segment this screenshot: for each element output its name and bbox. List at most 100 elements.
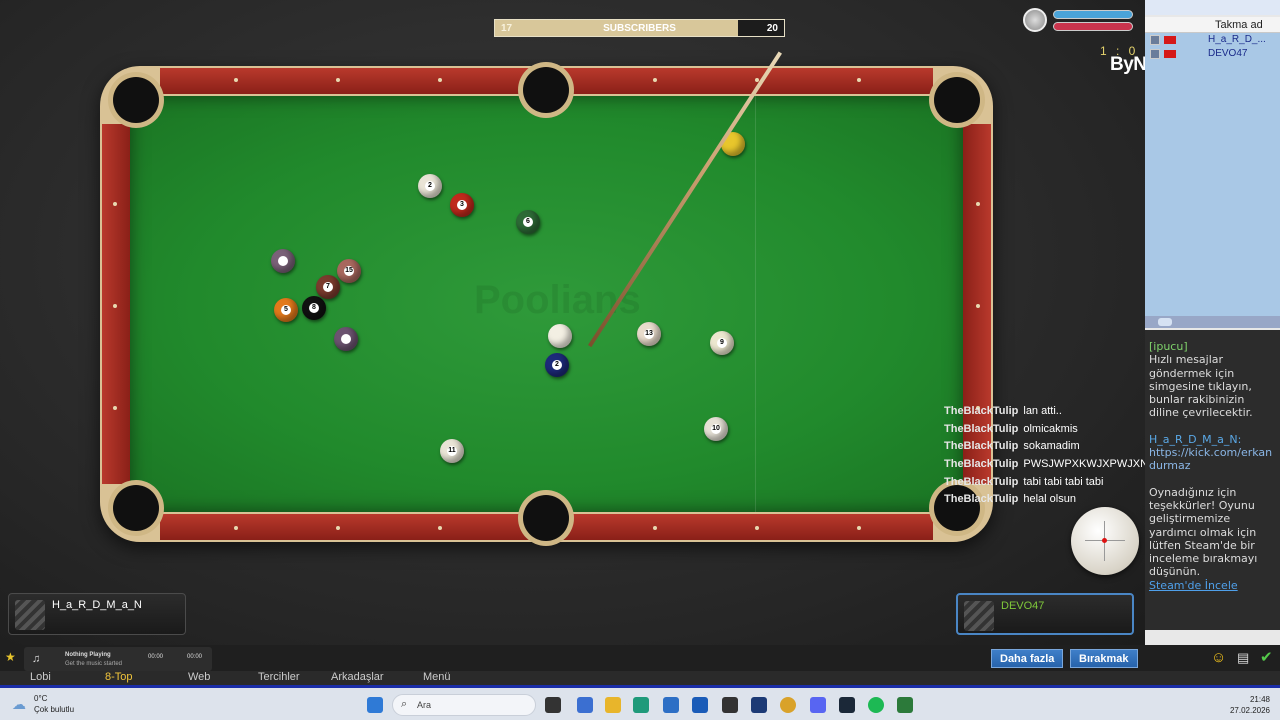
player-list-header[interactable]: Takma ad bbox=[1145, 17, 1280, 33]
search-box[interactable]: ⌕ Ara bbox=[392, 694, 536, 716]
diamond bbox=[113, 202, 117, 206]
music-widget[interactable]: ♫ Nothing Playing Get the music started … bbox=[24, 647, 212, 671]
ball-blue: 2 bbox=[545, 353, 569, 377]
diamond bbox=[336, 526, 340, 530]
discord-icon[interactable] bbox=[810, 697, 826, 713]
ball-cue[interactable] bbox=[548, 324, 572, 348]
chat-bubble-icon[interactable]: ▤ bbox=[1237, 650, 1249, 666]
system-clock[interactable]: 21:48 27.02.2026 bbox=[1228, 694, 1270, 716]
diamond bbox=[755, 526, 759, 530]
cloud-icon: ☁ bbox=[12, 696, 26, 712]
game-bottom-bar: ♫ Nothing Playing Get the music started … bbox=[0, 645, 1280, 685]
more-button[interactable]: Daha fazla bbox=[991, 649, 1064, 668]
chat-line: TheBlackTulip PWSJWPXKWJXPWJXN bbox=[944, 458, 1149, 471]
flag-icon bbox=[1164, 50, 1176, 58]
ball-blue-stripe: 10 bbox=[704, 417, 728, 441]
pool-table[interactable]: Poolians bbox=[100, 66, 993, 542]
ball-maroon: 7 bbox=[316, 275, 340, 299]
player-avatar bbox=[15, 600, 45, 630]
ball-maroon-stripe: 15 bbox=[337, 259, 361, 283]
horizontal-scrollbar[interactable] bbox=[1145, 316, 1280, 328]
subscriber-goal: 20 bbox=[766, 23, 778, 34]
table-felt[interactable]: Poolians bbox=[130, 96, 963, 512]
diamond bbox=[234, 526, 238, 530]
avatar bbox=[1150, 49, 1160, 59]
pocket-top-middle bbox=[523, 67, 569, 113]
ball-purple bbox=[334, 327, 358, 351]
diamond bbox=[976, 202, 980, 206]
search-icon: ⌕ bbox=[401, 698, 408, 710]
subscriber-goal-bar: 17 SUBSCRIBERS 20 bbox=[494, 19, 785, 37]
bottom-tabs: Lobi 8-Top Web Tercihler Arkadaşlar Menü bbox=[0, 671, 1280, 685]
tab-menu[interactable]: Menü bbox=[423, 671, 451, 683]
ball-orange-stripe: 13 bbox=[637, 322, 661, 346]
player-list[interactable]: H_a_R_D_... DEVO47 bbox=[1145, 33, 1280, 316]
start-icon[interactable] bbox=[367, 697, 383, 713]
player-list-item[interactable]: DEVO47 bbox=[1145, 47, 1280, 61]
tab-8ball[interactable]: 8-Top bbox=[105, 671, 133, 683]
chat-line: TheBlackTulip helal olsun bbox=[944, 493, 1076, 506]
spotify-icon[interactable] bbox=[868, 697, 884, 713]
ball-red: 3 bbox=[450, 193, 474, 217]
spin-meter bbox=[1053, 22, 1133, 31]
right-sidebar: Takma ad H_a_R_D_... DEVO47 [ipucu] Hızl… bbox=[1145, 0, 1280, 645]
ball-yellow-stripe: 9 bbox=[710, 331, 734, 355]
player-list-item[interactable]: H_a_R_D_... bbox=[1145, 33, 1280, 47]
chat-info-panel: [ipucu] Hızlı mesajlar göndermek için si… bbox=[1145, 330, 1280, 630]
app-icon[interactable] bbox=[722, 697, 738, 713]
avatar bbox=[1150, 35, 1160, 45]
spin-aim-dot[interactable] bbox=[1102, 538, 1107, 543]
player-panel-left: H_a_R_D_M_a_N bbox=[8, 593, 186, 635]
app-icon[interactable] bbox=[751, 697, 767, 713]
pocket-top-left bbox=[113, 77, 159, 123]
chrome-icon[interactable] bbox=[780, 697, 796, 713]
diamond bbox=[857, 78, 861, 82]
player-name-left: H_a_R_D_M_a_N bbox=[52, 599, 142, 611]
player-panel-right: DEVO47 bbox=[956, 593, 1134, 635]
tab-web[interactable]: Web bbox=[188, 671, 210, 683]
store-icon[interactable] bbox=[663, 697, 679, 713]
chat-line: TheBlackTulip lan atti.. bbox=[944, 405, 1062, 417]
player-name-right: DEVO47 bbox=[1001, 600, 1045, 612]
sidebar-titlebar bbox=[1145, 0, 1280, 15]
check-icon[interactable]: ✔ bbox=[1260, 648, 1273, 666]
pocket-bottom-middle bbox=[523, 495, 569, 541]
pocket-top-right bbox=[934, 77, 980, 123]
flag-icon bbox=[1164, 36, 1176, 44]
chat-line: TheBlackTulip tabi tabi tabi tabi bbox=[944, 475, 1104, 488]
diamond bbox=[113, 304, 117, 308]
head-string bbox=[755, 96, 756, 512]
tip-text: Hızlı mesajlar göndermek için simgesine … bbox=[1149, 353, 1253, 420]
quit-button[interactable]: Bırakmak bbox=[1070, 649, 1138, 668]
steam-icon[interactable] bbox=[839, 697, 855, 713]
power-meter bbox=[1053, 10, 1133, 19]
file-explorer-icon[interactable] bbox=[605, 697, 621, 713]
clock-icon bbox=[1023, 8, 1047, 32]
star-icon[interactable]: ★ bbox=[5, 650, 16, 664]
diamond bbox=[653, 78, 657, 82]
steam-review-link[interactable]: Steam'de İncele bbox=[1149, 579, 1276, 592]
edge-icon[interactable] bbox=[633, 697, 649, 713]
thanks-text: Oynadığınız için teşekkürler! Oyunu geli… bbox=[1149, 485, 1258, 579]
emoji-icon[interactable]: ☺ bbox=[1211, 649, 1226, 666]
pool-game-icon[interactable] bbox=[897, 697, 913, 713]
tab-lobby[interactable]: Lobi bbox=[30, 671, 51, 683]
diamond bbox=[336, 78, 340, 82]
ball-striped: 2 bbox=[418, 174, 442, 198]
chat-link[interactable]: https://kick.com/erkandurmaz bbox=[1149, 446, 1276, 473]
tab-friends[interactable]: Arkadaşlar bbox=[331, 671, 384, 683]
ball-purple-stripe bbox=[271, 249, 295, 273]
spin-selector[interactable] bbox=[1071, 507, 1139, 575]
player-avatar bbox=[964, 601, 994, 631]
diamond bbox=[653, 526, 657, 530]
game-area[interactable]: 17 SUBSCRIBERS 20 Poolians 2 3 6 15 7 5 … bbox=[0, 0, 1209, 645]
chat-overlay: TheBlackTulip lan atti.. TheBlackTulip olm… bbox=[944, 405, 1164, 511]
outlook-icon[interactable] bbox=[692, 697, 708, 713]
ball-red-stripe: 11 bbox=[440, 439, 464, 463]
task-view-icon[interactable] bbox=[545, 697, 561, 713]
tip-label: [ipucu] bbox=[1149, 340, 1188, 353]
tab-preferences[interactable]: Tercihler bbox=[258, 671, 300, 683]
diamond bbox=[438, 526, 442, 530]
app-icon[interactable] bbox=[577, 697, 593, 713]
diamond bbox=[857, 526, 861, 530]
